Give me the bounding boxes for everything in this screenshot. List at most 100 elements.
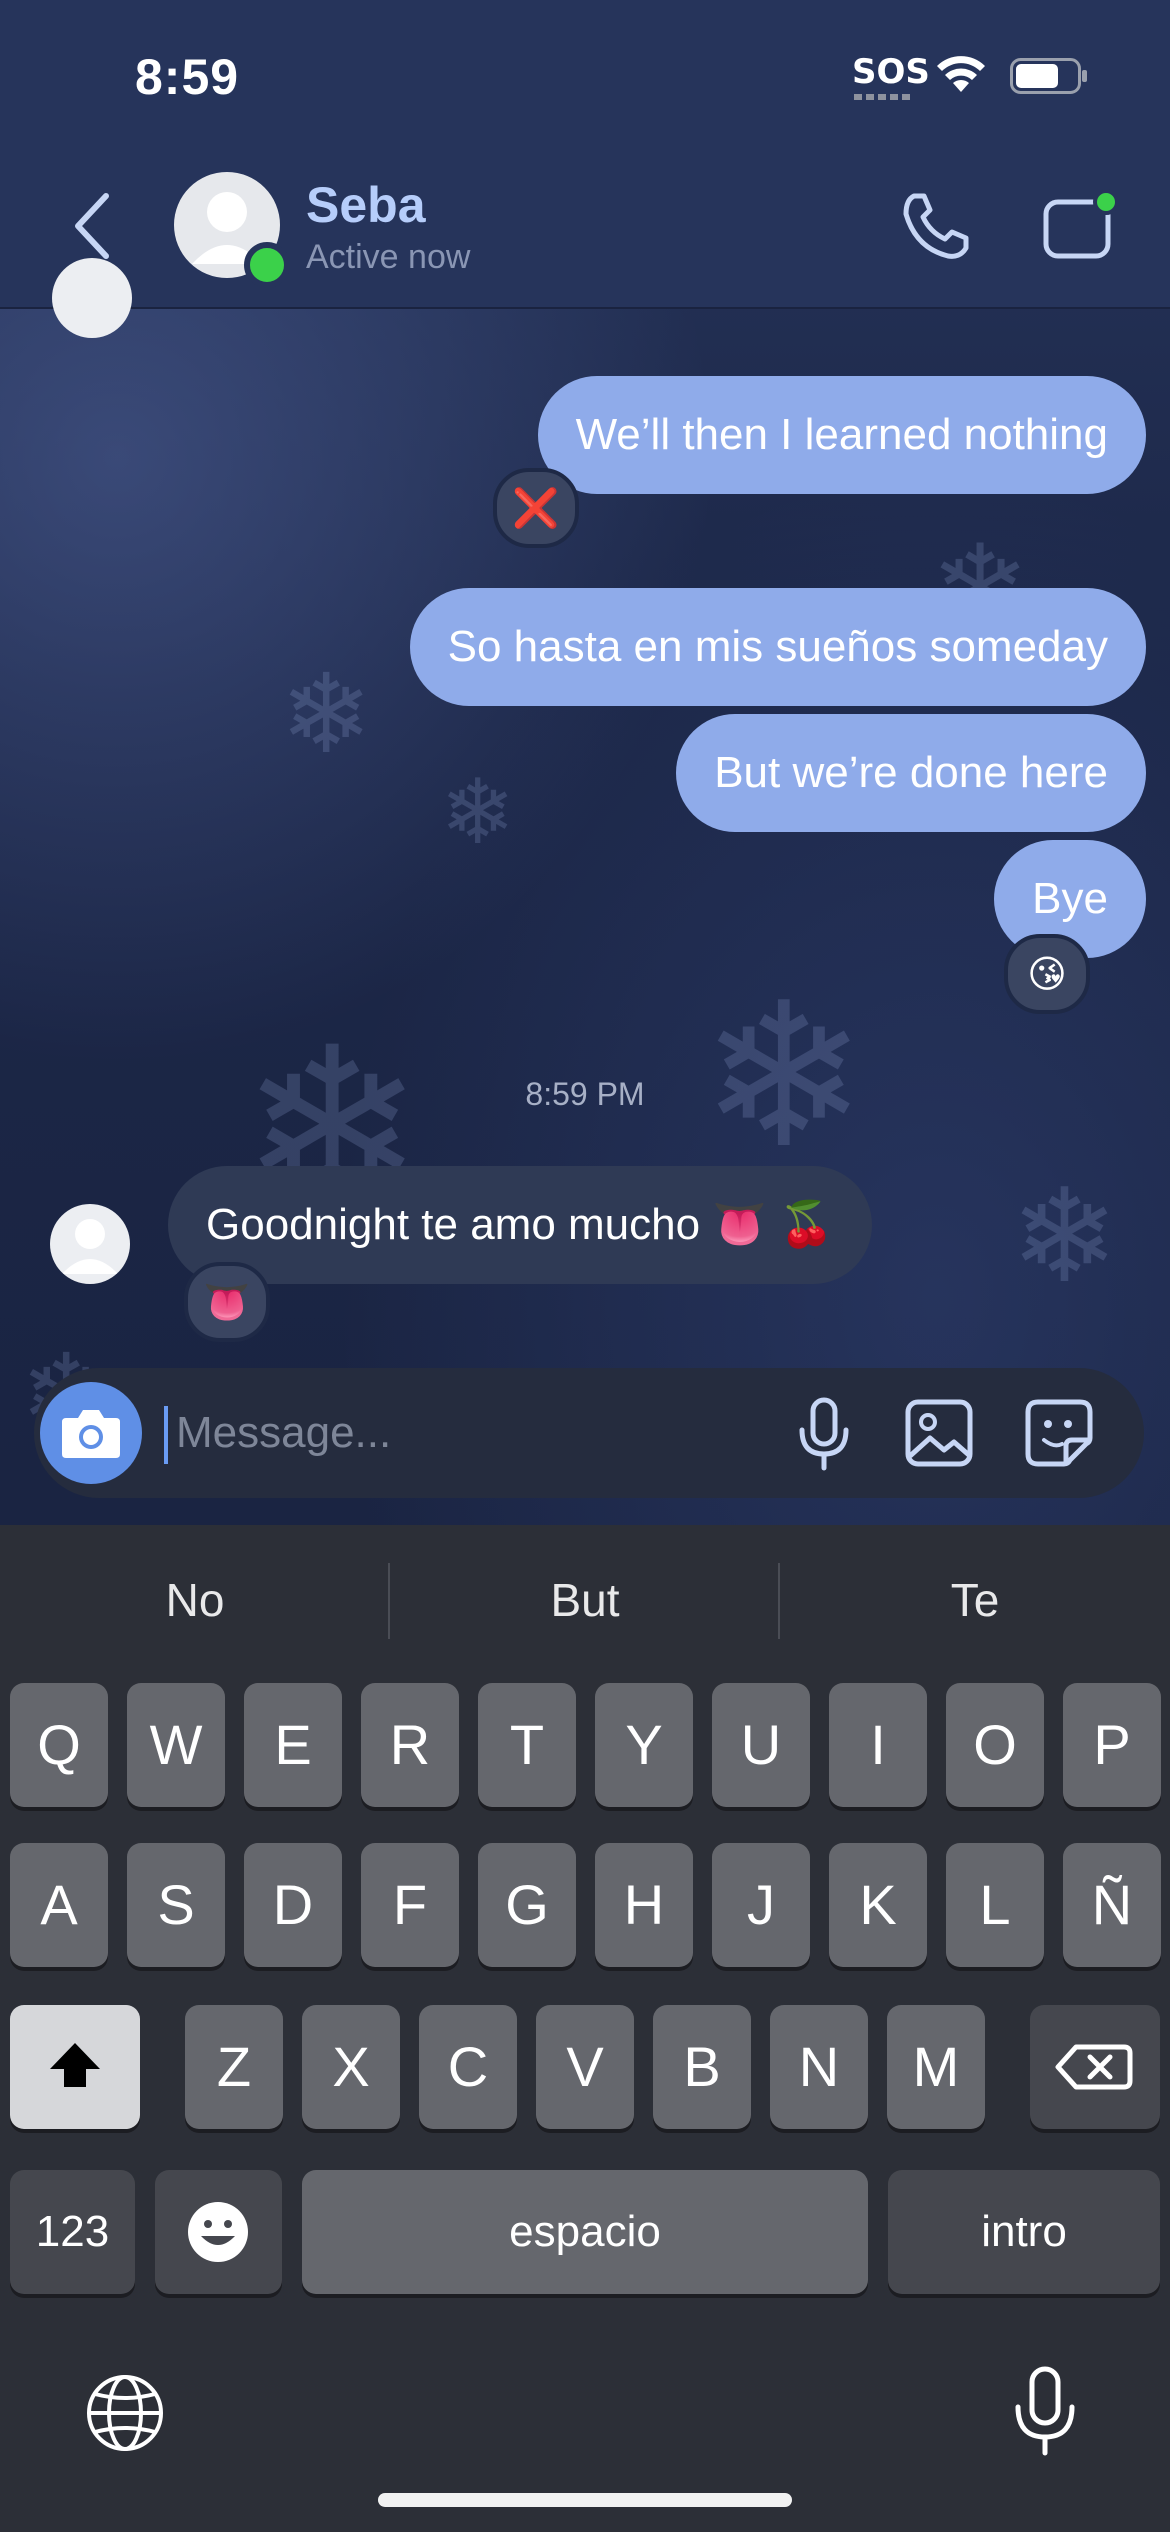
key-i[interactable]: I — [829, 1683, 927, 1807]
contact-avatar-small[interactable] — [50, 1204, 130, 1284]
key-e[interactable]: E — [244, 1683, 342, 1807]
key-label: L — [979, 1873, 1011, 1936]
back-chevron-icon[interactable] — [70, 190, 114, 262]
key-b[interactable]: B — [653, 2005, 751, 2129]
contact-avatar-small — [52, 258, 132, 338]
phone-call-icon[interactable] — [900, 190, 972, 262]
video-call-icon[interactable] — [1042, 188, 1120, 262]
incoming-message[interactable]: Goodnight te amo mucho 👅 🍒 — [168, 1166, 873, 1284]
key-label: Y — [625, 1713, 663, 1776]
emoji-smiley-icon — [188, 2202, 248, 2262]
key-h[interactable]: H — [595, 1843, 693, 1967]
key-label: S — [157, 1873, 195, 1936]
space-key[interactable]: espacio — [302, 2170, 868, 2294]
camera-button[interactable] — [40, 1382, 142, 1484]
dictation-microphone-icon[interactable] — [1010, 2365, 1080, 2459]
outgoing-message[interactable]: So hasta en mis sueños someday — [409, 588, 1146, 706]
key-u[interactable]: U — [712, 1683, 810, 1807]
camera-icon — [62, 1410, 120, 1458]
key-s[interactable]: S — [127, 1843, 225, 1967]
globe-icon[interactable] — [84, 2372, 166, 2454]
key-d[interactable]: D — [244, 1843, 342, 1967]
key-label: R — [389, 1713, 431, 1776]
backspace-icon — [1055, 2044, 1133, 2090]
key-label: Z — [216, 2035, 252, 2098]
sos-indicator: SOS — [852, 52, 930, 92]
key-g[interactable]: G — [478, 1843, 576, 1967]
emoji-key[interactable] — [155, 2170, 282, 2294]
space-key-label: espacio — [509, 2207, 661, 2256]
message-reaction[interactable]: 😘 — [1004, 934, 1090, 1014]
key-label: D — [272, 1873, 314, 1936]
message-text: We’ll then I learned nothing — [575, 410, 1108, 459]
return-key-label: intro — [981, 2207, 1067, 2256]
key-label: F — [392, 1873, 428, 1936]
key-label: W — [149, 1713, 203, 1776]
return-key[interactable]: intro — [888, 2170, 1160, 2294]
key-j[interactable]: J — [712, 1843, 810, 1967]
key-label: B — [683, 2035, 721, 2098]
contact-status: Active now — [306, 238, 471, 276]
key-ñ[interactable]: Ñ — [1063, 1843, 1161, 1967]
snowflake-decoration: ❄ — [1010, 1160, 1119, 1312]
delete-key[interactable] — [1030, 2005, 1160, 2129]
key-r[interactable]: R — [361, 1683, 459, 1807]
message-input[interactable] — [174, 1392, 778, 1474]
reaction-emoji: 👅 — [203, 1280, 251, 1324]
suggestion-item[interactable]: But — [390, 1525, 780, 1675]
key-w[interactable]: W — [127, 1683, 225, 1807]
suggestion-item[interactable]: No — [0, 1525, 390, 1675]
sticker-icon[interactable] — [1024, 1398, 1094, 1468]
key-c[interactable]: C — [419, 2005, 517, 2129]
message-text: Bye — [1032, 874, 1108, 923]
snowflake-decoration: ❄ — [280, 650, 373, 778]
message-reaction[interactable]: ❌ — [493, 468, 579, 548]
numbers-key-label: 123 — [35, 2207, 110, 2256]
reaction-emoji: ❌ — [512, 486, 560, 530]
key-m[interactable]: M — [887, 2005, 985, 2129]
key-label: J — [747, 1873, 775, 1936]
outgoing-message[interactable]: We’ll then I learned nothing — [537, 376, 1146, 494]
key-f[interactable]: F — [361, 1843, 459, 1967]
key-label: I — [870, 1713, 886, 1776]
numbers-key[interactable]: 123 — [10, 2170, 135, 2294]
status-time: 8:59 — [135, 49, 240, 105]
message-reaction[interactable]: 👅 — [184, 1262, 270, 1342]
chat-header: Seba Active now — [0, 150, 1170, 309]
key-label: X — [332, 2035, 370, 2098]
key-q[interactable]: Q — [10, 1683, 108, 1807]
snowflake-decoration: ❄ — [440, 760, 516, 865]
key-label: Ñ — [1091, 1873, 1133, 1936]
signal-dots — [854, 94, 912, 100]
key-z[interactable]: Z — [185, 2005, 283, 2129]
message-text: Goodnight te amo mucho 👅 🍒 — [206, 1200, 835, 1249]
key-label: M — [912, 2035, 960, 2098]
key-y[interactable]: Y — [595, 1683, 693, 1807]
status-bar: 8:59 SOS — [0, 0, 1170, 150]
default-avatar-icon — [62, 1219, 118, 1274]
wifi-icon — [937, 56, 985, 92]
contact-name[interactable]: Seba — [306, 176, 426, 234]
shift-key[interactable] — [10, 2005, 140, 2129]
key-label: O — [973, 1713, 1017, 1776]
microphone-icon[interactable] — [794, 1396, 854, 1472]
home-indicator[interactable] — [378, 2493, 792, 2507]
gallery-icon[interactable] — [904, 1398, 974, 1468]
key-x[interactable]: X — [302, 2005, 400, 2129]
suggestion-item[interactable]: Te — [780, 1525, 1170, 1675]
key-o[interactable]: O — [946, 1683, 1044, 1807]
message-composer — [34, 1368, 1144, 1498]
key-k[interactable]: K — [829, 1843, 927, 1967]
key-label: T — [509, 1713, 545, 1776]
key-label: G — [505, 1873, 549, 1936]
key-a[interactable]: A — [10, 1843, 108, 1967]
key-t[interactable]: T — [478, 1683, 576, 1807]
key-label: V — [566, 2035, 604, 2098]
key-n[interactable]: N — [770, 2005, 868, 2129]
key-label: Q — [37, 1713, 81, 1776]
key-l[interactable]: L — [946, 1843, 1044, 1967]
key-p[interactable]: P — [1063, 1683, 1161, 1807]
key-v[interactable]: V — [536, 2005, 634, 2129]
key-label: K — [859, 1873, 897, 1936]
outgoing-message[interactable]: But we’re done here — [676, 714, 1146, 832]
